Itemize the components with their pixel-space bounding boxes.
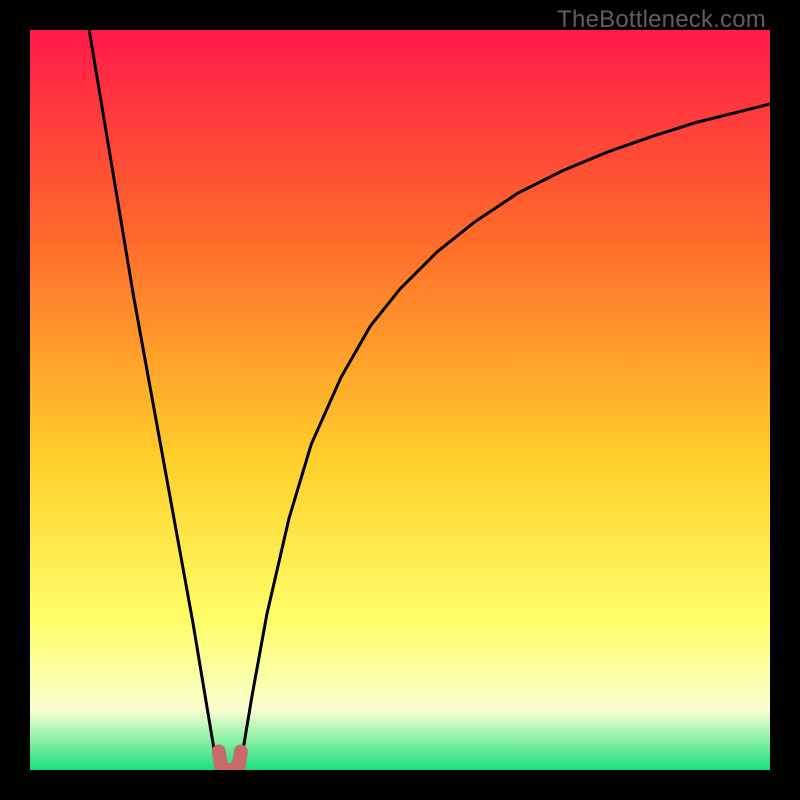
chart-area: [30, 30, 770, 770]
gradient-background: [30, 30, 770, 770]
chart-svg: [30, 30, 770, 770]
